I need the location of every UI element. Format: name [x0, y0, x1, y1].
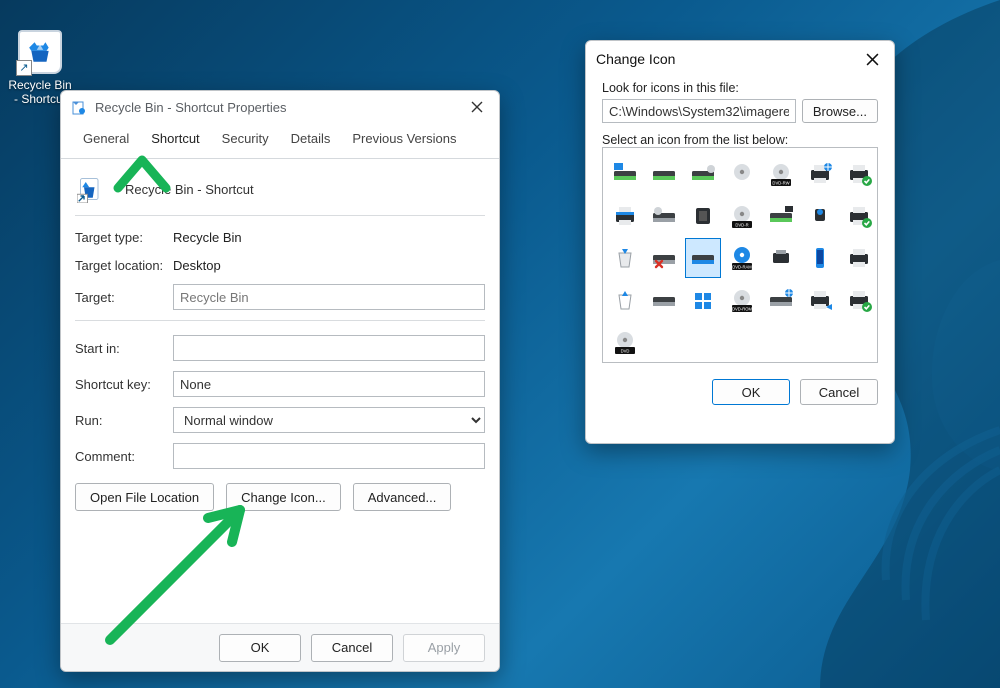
icon-option-win-logo[interactable] — [685, 280, 721, 320]
icon-option-drive-window[interactable] — [607, 154, 643, 194]
icon-option-printer-check3[interactable] — [841, 280, 877, 320]
icon-option-disc[interactable] — [724, 154, 760, 194]
select-icon-label: Select an icon from the list below: — [602, 133, 878, 147]
icon-option-printer-check2[interactable] — [841, 196, 877, 236]
svg-text:DVD-RAM: DVD-RAM — [732, 265, 752, 270]
icon-option-disc-dvdrw[interactable]: DVD-RW — [763, 154, 799, 194]
shortcut-header-icon — [75, 173, 107, 205]
icon-option-printer-net[interactable] — [802, 154, 838, 194]
icon-path-field[interactable] — [602, 99, 796, 123]
icon-option-printer-dark[interactable] — [841, 238, 877, 278]
tab-shortcut[interactable]: Shortcut — [141, 123, 209, 158]
icon-option-drive-green[interactable] — [646, 154, 682, 194]
change-icon-ok-button[interactable]: OK — [712, 379, 790, 405]
change-icon-dialog: Change Icon Look for icons in this file:… — [585, 40, 895, 444]
icon-option-chip[interactable] — [685, 196, 721, 236]
icon-option-recycle-bin2[interactable] — [607, 280, 643, 320]
label-target: Target: — [75, 290, 173, 305]
shortcut-header-name: Recycle Bin - Shortcut — [125, 182, 254, 197]
properties-titlebar[interactable]: Recycle Bin - Shortcut Properties — [61, 91, 499, 123]
svg-text:DVD-ROM: DVD-ROM — [732, 307, 753, 312]
advanced-button[interactable]: Advanced... — [353, 483, 452, 511]
start-in-field[interactable] — [173, 335, 485, 361]
apply-button[interactable]: Apply — [403, 634, 485, 662]
shortcut-panel: Recycle Bin - Shortcut Target type:Recyc… — [61, 159, 499, 521]
tab-security[interactable]: Security — [212, 123, 279, 158]
label-target-location: Target location: — [75, 258, 173, 273]
icon-option-drive-blue[interactable] — [685, 238, 721, 278]
target-field[interactable] — [173, 284, 485, 310]
icon-option-drive[interactable] — [646, 280, 682, 320]
icon-list: DVD-RW DVD-R DVD-RAM DVD-ROM DVD — [602, 147, 878, 363]
svg-text:DVD: DVD — [621, 349, 630, 354]
label-comment: Comment: — [75, 449, 173, 464]
icon-option-disc-dvd2[interactable]: DVD — [607, 322, 643, 362]
change-icon-button[interactable]: Change Icon... — [226, 483, 341, 511]
icon-option-disc-dvdrom[interactable]: DVD-ROM — [724, 280, 760, 320]
icon-option-printer-check[interactable] — [841, 154, 877, 194]
properties-window: Recycle Bin - Shortcut Properties Genera… — [60, 90, 500, 672]
properties-title-icon — [71, 99, 87, 115]
tab-previous-versions[interactable]: Previous Versions — [342, 123, 466, 158]
change-icon-titlebar[interactable]: Change Icon — [586, 41, 894, 77]
value-target-type: Recycle Bin — [173, 230, 485, 245]
label-run: Run: — [75, 413, 173, 428]
icon-option-camera[interactable] — [802, 196, 838, 236]
shortcut-key-field[interactable] — [173, 371, 485, 397]
label-shortcut-key: Shortcut key: — [75, 377, 173, 392]
icon-option-drive-disc[interactable] — [646, 196, 682, 236]
properties-close-button[interactable] — [463, 95, 491, 119]
icon-option-drive-film[interactable] — [763, 196, 799, 236]
close-icon — [471, 101, 483, 113]
label-start-in: Start in: — [75, 341, 173, 356]
change-icon-title: Change Icon — [596, 51, 858, 67]
browse-button[interactable]: Browse... — [802, 99, 878, 123]
icon-option-disc-dvdr[interactable]: DVD-R — [724, 196, 760, 236]
value-target-location: Desktop — [173, 258, 485, 273]
label-target-type: Target type: — [75, 230, 173, 245]
svg-text:DVD-R: DVD-R — [735, 223, 748, 228]
run-select[interactable]: Normal window — [173, 407, 485, 433]
comment-field[interactable] — [173, 443, 485, 469]
close-icon — [866, 53, 879, 66]
properties-footer: OK Cancel Apply — [61, 623, 499, 671]
look-for-icons-label: Look for icons in this file: — [602, 81, 878, 95]
icon-option-drive-x[interactable] — [646, 238, 682, 278]
icon-option-phone[interactable] — [802, 238, 838, 278]
tab-general[interactable]: General — [73, 123, 139, 158]
cancel-button[interactable]: Cancel — [311, 634, 393, 662]
icon-option-printer-fold[interactable] — [802, 280, 838, 320]
icon-option-printer-blue[interactable] — [607, 196, 643, 236]
icon-option-disc-dvdram[interactable]: DVD-RAM — [724, 238, 760, 278]
ok-button[interactable]: OK — [219, 634, 301, 662]
properties-tabs: General Shortcut Security Details Previo… — [61, 123, 499, 159]
change-icon-cancel-button[interactable]: Cancel — [800, 379, 878, 405]
tab-details[interactable]: Details — [281, 123, 341, 158]
icon-option-drive-net[interactable] — [763, 280, 799, 320]
open-file-location-button[interactable]: Open File Location — [75, 483, 214, 511]
change-icon-close-button[interactable] — [858, 47, 886, 71]
icon-option-recycle-bin[interactable] — [607, 238, 643, 278]
svg-text:DVD-RW: DVD-RW — [772, 181, 789, 186]
recycle-bin-icon: ↗ — [18, 30, 62, 74]
shortcut-overlay-icon: ↗ — [16, 60, 32, 76]
icon-option-drive-dvd[interactable] — [685, 154, 721, 194]
properties-title: Recycle Bin - Shortcut Properties — [95, 100, 463, 115]
icon-option-dock[interactable] — [763, 238, 799, 278]
